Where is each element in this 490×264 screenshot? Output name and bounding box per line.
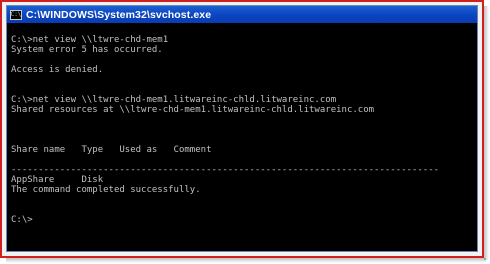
console-line: Access is denied. [11, 65, 104, 75]
console-line: AppShare Disk [11, 175, 104, 185]
console-line: The command completed successfully. [11, 185, 201, 195]
title-bar[interactable]: C:\ C:\WINDOWS\System32\svchost.exe [7, 6, 477, 23]
console-line: C:\>net view \\ltwre-chd-mem1 [11, 35, 169, 45]
console-line: Share name Type Used as Comment [11, 145, 212, 155]
console-output[interactable]: C:\>net view \\ltwre-chd-mem1 System err… [9, 25, 475, 249]
frame-shadow-right [484, 6, 489, 260]
console-icon: C:\ [10, 9, 22, 20]
console-line: Shared resources at \\ltwre-chd-mem1.lit… [11, 105, 375, 115]
console-window: C:\ C:\WINDOWS\System32\svchost.exe C:\>… [6, 5, 478, 252]
console-line: ----------------------------------------… [11, 165, 440, 175]
screenshot-frame: C:\ C:\WINDOWS\System32\svchost.exe C:\>… [0, 0, 484, 258]
frame-shadow-bottom [6, 258, 486, 263]
console-line: C:\> [11, 215, 33, 225]
console-line: C:\>net view \\ltwre-chd-mem1.litwareinc… [11, 95, 337, 105]
window-title: C:\WINDOWS\System32\svchost.exe [26, 8, 212, 21]
console-line: System error 5 has occurred. [11, 45, 163, 55]
